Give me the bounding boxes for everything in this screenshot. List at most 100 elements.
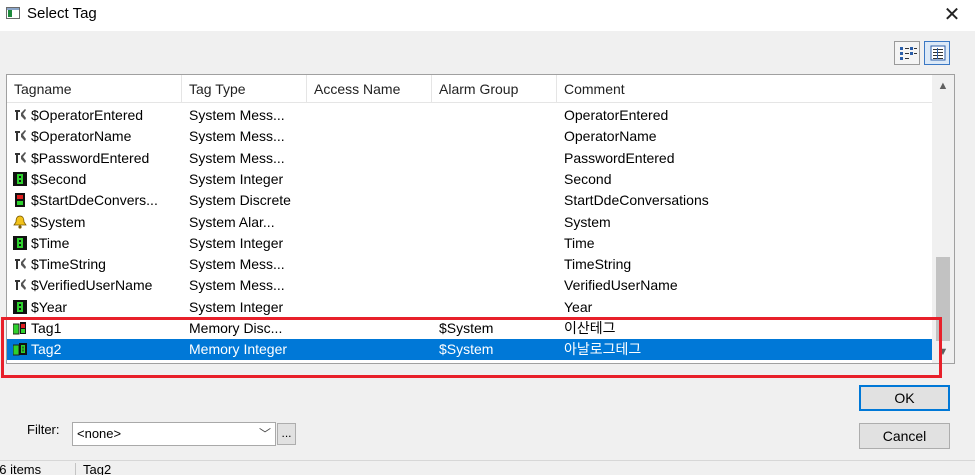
cell-comment: VerifiedUserName	[564, 277, 678, 294]
message-tag-icon	[13, 128, 27, 142]
cell-alarm-group	[439, 254, 557, 275]
filter-browse-button[interactable]: ...	[277, 423, 296, 445]
window-title: Select Tag	[27, 5, 97, 22]
cell-access-name	[314, 297, 432, 318]
cell-comment: TimeString	[564, 256, 632, 273]
cell-tag-type: System Integer	[189, 170, 284, 187]
column-alarm-group[interactable]: Alarm Group	[432, 75, 557, 103]
cell-tagname: $Year	[13, 297, 183, 318]
cell-access-name	[314, 233, 432, 254]
title-bar: Select Tag ✕	[0, 0, 975, 31]
status-bar: 36 items Tag2	[0, 460, 975, 475]
cell-access-name	[314, 275, 432, 296]
cell-tag-type: System Discrete	[189, 192, 291, 209]
table-row[interactable]: $OperatorName System Mess... OperatorName	[7, 126, 933, 147]
cell-alarm-group	[439, 169, 557, 190]
filter-select[interactable]: <none> ﹀	[72, 422, 276, 446]
cell-tag-type: System Mess...	[189, 277, 285, 294]
table-row[interactable]: $Time System Integer Time	[7, 233, 933, 254]
message-tag-icon	[13, 277, 27, 291]
table-row[interactable]: $Second System Integer Second	[7, 169, 933, 190]
status-item-count: 36 items	[0, 462, 42, 475]
tagname-text: $Second	[31, 170, 87, 187]
integer-tag-icon	[13, 235, 27, 250]
highlight-box	[1, 317, 942, 378]
cell-tagname: $OperatorEntered	[13, 105, 183, 126]
cell-tag-type: System Alar...	[189, 213, 275, 230]
tagname-text: $OperatorEntered	[31, 107, 144, 123]
cell-alarm-group	[439, 105, 557, 126]
cell-comment: System	[564, 213, 611, 230]
cell-access-name	[314, 105, 432, 126]
table-row[interactable]: $TimeString System Mess... TimeString	[7, 254, 933, 275]
cell-tag-type: System Mess...	[189, 149, 285, 166]
cell-tagname: $StartDdeConvers...	[13, 190, 183, 211]
message-tag-icon	[13, 256, 27, 270]
table-row[interactable]: $StartDdeConvers... System Discrete StartD…	[7, 190, 933, 211]
cell-alarm-group	[439, 212, 557, 233]
tagname-text: $OperatorName	[31, 128, 132, 145]
cell-tag-type: System Mess...	[189, 107, 285, 123]
table-row[interactable]: $VerifiedUserName System Mess... VerifiedU…	[7, 275, 933, 296]
cancel-button[interactable]: Cancel	[859, 423, 950, 449]
table-row[interactable]: $Year System Integer Year	[7, 297, 933, 318]
cell-comment: Year	[564, 298, 593, 315]
ok-button[interactable]: OK	[859, 385, 950, 411]
column-access-name[interactable]: Access Name	[307, 75, 432, 103]
table-row[interactable]: $System System Alar... System	[7, 212, 933, 233]
column-header: Tagname Tag Type Access Name Alarm Group…	[7, 75, 933, 103]
cell-tag-type: System Mess...	[189, 128, 285, 145]
tagname-text: $Time	[31, 234, 70, 251]
integer-tag-icon	[13, 171, 27, 186]
cell-tagname: $VerifiedUserName	[13, 275, 183, 296]
column-comment[interactable]: Comment	[557, 75, 933, 103]
status-selection: Tag2	[83, 462, 112, 475]
cell-tagname: $OperatorName	[13, 126, 183, 147]
cell-access-name	[314, 126, 432, 147]
list-view-button[interactable]	[894, 41, 920, 65]
cell-comment: Time	[564, 234, 595, 251]
cell-comment: Second	[564, 170, 612, 187]
cell-tagname: $System	[13, 212, 183, 233]
status-separator	[75, 463, 76, 475]
cell-access-name	[314, 148, 432, 169]
filter-label: Filter:	[27, 422, 60, 437]
cell-alarm-group	[439, 233, 557, 254]
tagname-text: $StartDdeConvers...	[31, 192, 158, 209]
details-view-button[interactable]	[924, 41, 950, 65]
cell-tag-type: System Integer	[189, 234, 284, 251]
details-view-icon	[930, 45, 946, 61]
cell-tagname: $TimeString	[13, 254, 183, 275]
integer-tag-icon	[13, 299, 27, 314]
close-button[interactable]: ✕	[929, 0, 975, 31]
cell-access-name	[314, 254, 432, 275]
chevron-down-icon: ﹀	[258, 427, 271, 441]
cell-tagname: $Second	[13, 169, 183, 190]
column-tagname[interactable]: Tagname	[7, 75, 182, 103]
cell-alarm-group	[439, 126, 557, 147]
table-row[interactable]: $PasswordEntered System Mess... PasswordEn…	[7, 148, 933, 169]
column-tag-type[interactable]: Tag Type	[182, 75, 307, 103]
cell-comment: OperatorName	[564, 128, 657, 145]
scroll-up-icon[interactable]: ▲	[932, 75, 954, 97]
cell-access-name	[314, 169, 432, 190]
cell-comment: OperatorEntered	[564, 107, 669, 123]
list-view-icon	[900, 47, 917, 60]
app-icon	[6, 7, 20, 19]
cell-access-name	[314, 212, 432, 233]
cell-comment: PasswordEntered	[564, 149, 675, 166]
cell-tag-type: System Mess...	[189, 256, 285, 273]
cell-tag-type: System Integer	[189, 298, 284, 315]
tagname-text: $PasswordEntered	[31, 149, 150, 166]
cell-alarm-group	[439, 275, 557, 296]
tagname-text: $Year	[31, 298, 68, 315]
alarm-tag-icon	[13, 214, 27, 229]
tagname-text: $VerifiedUserName	[31, 277, 153, 294]
message-tag-icon	[13, 107, 27, 121]
filter-value: <none>	[77, 426, 122, 441]
cell-alarm-group	[439, 297, 557, 318]
tagname-text: $TimeString	[31, 256, 106, 273]
cell-access-name	[314, 190, 432, 211]
discrete-tag-icon	[13, 192, 27, 208]
table-row[interactable]: $OperatorEntered System Mess... OperatorEn…	[7, 105, 933, 126]
